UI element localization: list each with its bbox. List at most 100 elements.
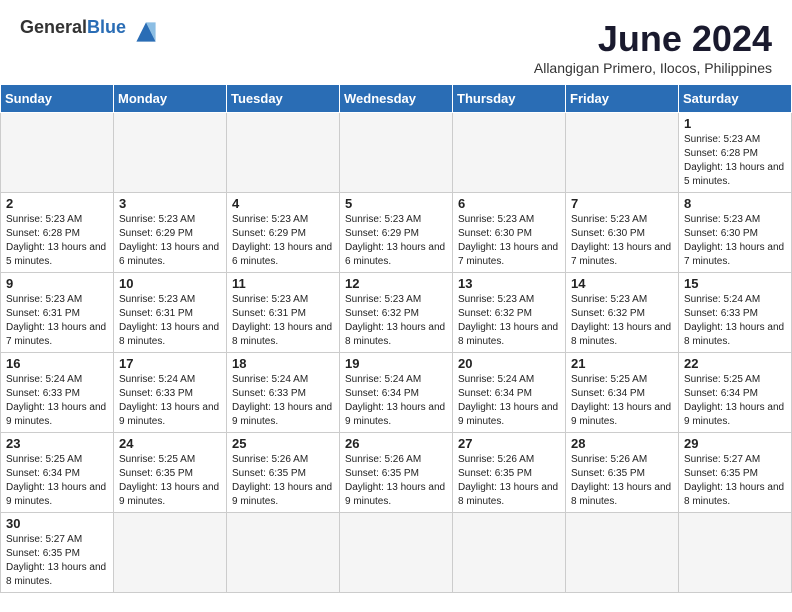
day-info: Sunrise: 5:24 AMSunset: 6:33 PMDaylight:…: [232, 373, 334, 429]
calendar-day-cell: [566, 513, 679, 593]
day-number: 13: [458, 276, 560, 291]
calendar-day-cell: 29 Sunrise: 5:27 AMSunset: 6:35 PMDayligh…: [679, 433, 792, 513]
day-number: 23: [6, 436, 108, 451]
calendar-day-cell: [340, 113, 453, 193]
calendar-day-cell: [453, 113, 566, 193]
day-number: 16: [6, 356, 108, 371]
day-number: 20: [458, 356, 560, 371]
month-title: June 2024: [534, 18, 772, 60]
calendar-day-cell: 22 Sunrise: 5:25 AMSunset: 6:34 PMDayligh…: [679, 353, 792, 433]
day-number: 6: [458, 196, 560, 211]
calendar-day-cell: 15 Sunrise: 5:24 AMSunset: 6:33 PMDayligh…: [679, 273, 792, 353]
day-number: 14: [571, 276, 673, 291]
calendar-day-cell: 5 Sunrise: 5:23 AMSunset: 6:29 PMDaylight…: [340, 193, 453, 273]
calendar-day-cell: [340, 513, 453, 593]
calendar-day-cell: [1, 113, 114, 193]
calendar-day-cell: 2 Sunrise: 5:23 AMSunset: 6:28 PMDaylight…: [1, 193, 114, 273]
day-info: Sunrise: 5:23 AMSunset: 6:29 PMDaylight:…: [345, 213, 447, 269]
day-info: Sunrise: 5:26 AMSunset: 6:35 PMDaylight:…: [458, 453, 560, 509]
day-number: 22: [684, 356, 786, 371]
day-info: Sunrise: 5:26 AMSunset: 6:35 PMDaylight:…: [571, 453, 673, 509]
calendar-day-cell: 6Sunrise: 5:23 AMSunset: 6:30 PMDaylight…: [453, 193, 566, 273]
calendar-day-cell: 26 Sunrise: 5:26 AMSunset: 6:35 PMDayligh…: [340, 433, 453, 513]
day-number: 29: [684, 436, 786, 451]
logo: GeneralBlue: [20, 18, 162, 46]
calendar-day-cell: 12 Sunrise: 5:23 AMSunset: 6:32 PMDayligh…: [340, 273, 453, 353]
day-number: 2: [6, 196, 108, 211]
calendar-day-cell: [227, 113, 340, 193]
day-info: Sunrise: 5:23 AMSunset: 6:28 PMDaylight:…: [684, 133, 786, 189]
day-number: 18: [232, 356, 334, 371]
calendar-day-cell: 13 Sunrise: 5:23 AMSunset: 6:32 PMDayligh…: [453, 273, 566, 353]
day-number: 12: [345, 276, 447, 291]
calendar-day-cell: [227, 513, 340, 593]
day-number: 7: [571, 196, 673, 211]
calendar-day-cell: 9 Sunrise: 5:23 AMSunset: 6:31 PMDaylight…: [1, 273, 114, 353]
calendar-header-row: SundayMondayTuesdayWednesdayThursdayFrid…: [1, 85, 792, 113]
day-info: Sunrise: 5:23 AMSunset: 6:32 PMDaylight:…: [458, 293, 560, 349]
day-info: Sunrise: 5:23 AMSunset: 6:29 PMDaylight:…: [119, 213, 221, 269]
day-number: 9: [6, 276, 108, 291]
day-number: 10: [119, 276, 221, 291]
day-number: 27: [458, 436, 560, 451]
day-number: 24: [119, 436, 221, 451]
day-info: Sunrise: 5:23 AMSunset: 6:31 PMDaylight:…: [119, 293, 221, 349]
day-info: Sunrise: 5:24 AMSunset: 6:33 PMDaylight:…: [119, 373, 221, 429]
calendar-day-cell: 14 Sunrise: 5:23 AMSunset: 6:32 PMDayligh…: [566, 273, 679, 353]
logo-icon: [130, 18, 162, 46]
day-number: 3: [119, 196, 221, 211]
day-info: Sunrise: 5:27 AMSunset: 6:35 PMDaylight:…: [6, 533, 108, 589]
calendar-week-row: 2 Sunrise: 5:23 AMSunset: 6:28 PMDaylight…: [1, 193, 792, 273]
day-info: Sunrise: 5:26 AMSunset: 6:35 PMDaylight:…: [232, 453, 334, 509]
calendar-day-cell: 1Sunrise: 5:23 AMSunset: 6:28 PMDaylight…: [679, 113, 792, 193]
calendar-week-row: 16 Sunrise: 5:24 AMSunset: 6:33 PMDayligh…: [1, 353, 792, 433]
calendar-day-cell: 28 Sunrise: 5:26 AMSunset: 6:35 PMDayligh…: [566, 433, 679, 513]
calendar-week-row: 9 Sunrise: 5:23 AMSunset: 6:31 PMDaylight…: [1, 273, 792, 353]
day-info: Sunrise: 5:23 AMSunset: 6:31 PMDaylight:…: [6, 293, 108, 349]
day-number: 17: [119, 356, 221, 371]
calendar-day-cell: 11 Sunrise: 5:23 AMSunset: 6:31 PMDayligh…: [227, 273, 340, 353]
day-number: 26: [345, 436, 447, 451]
weekday-header-wednesday: Wednesday: [340, 85, 453, 113]
calendar-day-cell: 24 Sunrise: 5:25 AMSunset: 6:35 PMDayligh…: [114, 433, 227, 513]
day-info: Sunrise: 5:24 AMSunset: 6:34 PMDaylight:…: [345, 373, 447, 429]
title-area: June 2024 Allangigan Primero, Ilocos, Ph…: [534, 18, 772, 76]
day-info: Sunrise: 5:23 AMSunset: 6:28 PMDaylight:…: [6, 213, 108, 269]
calendar-table: SundayMondayTuesdayWednesdayThursdayFrid…: [0, 84, 792, 593]
day-number: 28: [571, 436, 673, 451]
day-info: Sunrise: 5:24 AMSunset: 6:34 PMDaylight:…: [458, 373, 560, 429]
day-number: 21: [571, 356, 673, 371]
calendar-week-row: 23Sunrise: 5:25 AMSunset: 6:34 PMDayligh…: [1, 433, 792, 513]
calendar-day-cell: [679, 513, 792, 593]
day-info: Sunrise: 5:24 AMSunset: 6:33 PMDaylight:…: [684, 293, 786, 349]
day-number: 4: [232, 196, 334, 211]
day-number: 15: [684, 276, 786, 291]
day-info: Sunrise: 5:23 AMSunset: 6:29 PMDaylight:…: [232, 213, 334, 269]
day-info: Sunrise: 5:25 AMSunset: 6:35 PMDaylight:…: [119, 453, 221, 509]
day-info: Sunrise: 5:27 AMSunset: 6:35 PMDaylight:…: [684, 453, 786, 509]
calendar-day-cell: 8 Sunrise: 5:23 AMSunset: 6:30 PMDaylight…: [679, 193, 792, 273]
day-info: Sunrise: 5:23 AMSunset: 6:30 PMDaylight:…: [571, 213, 673, 269]
day-info: Sunrise: 5:23 AMSunset: 6:30 PMDaylight:…: [684, 213, 786, 269]
calendar-week-row: 30Sunrise: 5:27 AMSunset: 6:35 PMDayligh…: [1, 513, 792, 593]
day-info: Sunrise: 5:26 AMSunset: 6:35 PMDaylight:…: [345, 453, 447, 509]
location: Allangigan Primero, Ilocos, Philippines: [534, 60, 772, 76]
day-info: Sunrise: 5:23 AMSunset: 6:32 PMDaylight:…: [345, 293, 447, 349]
day-info: Sunrise: 5:23 AMSunset: 6:32 PMDaylight:…: [571, 293, 673, 349]
calendar-day-cell: 17 Sunrise: 5:24 AMSunset: 6:33 PMDayligh…: [114, 353, 227, 433]
calendar-day-cell: [114, 113, 227, 193]
weekday-header-saturday: Saturday: [679, 85, 792, 113]
logo-text: GeneralBlue: [20, 17, 126, 37]
day-info: Sunrise: 5:25 AMSunset: 6:34 PMDaylight:…: [684, 373, 786, 429]
day-info: Sunrise: 5:24 AMSunset: 6:33 PMDaylight:…: [6, 373, 108, 429]
day-number: 5: [345, 196, 447, 211]
calendar-day-cell: [114, 513, 227, 593]
calendar-day-cell: 20 Sunrise: 5:24 AMSunset: 6:34 PMDayligh…: [453, 353, 566, 433]
calendar-day-cell: 18 Sunrise: 5:24 AMSunset: 6:33 PMDayligh…: [227, 353, 340, 433]
day-number: 25: [232, 436, 334, 451]
day-number: 8: [684, 196, 786, 211]
day-number: 11: [232, 276, 334, 291]
calendar-day-cell: 10 Sunrise: 5:23 AMSunset: 6:31 PMDayligh…: [114, 273, 227, 353]
day-info: Sunrise: 5:23 AMSunset: 6:31 PMDaylight:…: [232, 293, 334, 349]
day-info: Sunrise: 5:25 AMSunset: 6:34 PMDaylight:…: [571, 373, 673, 429]
